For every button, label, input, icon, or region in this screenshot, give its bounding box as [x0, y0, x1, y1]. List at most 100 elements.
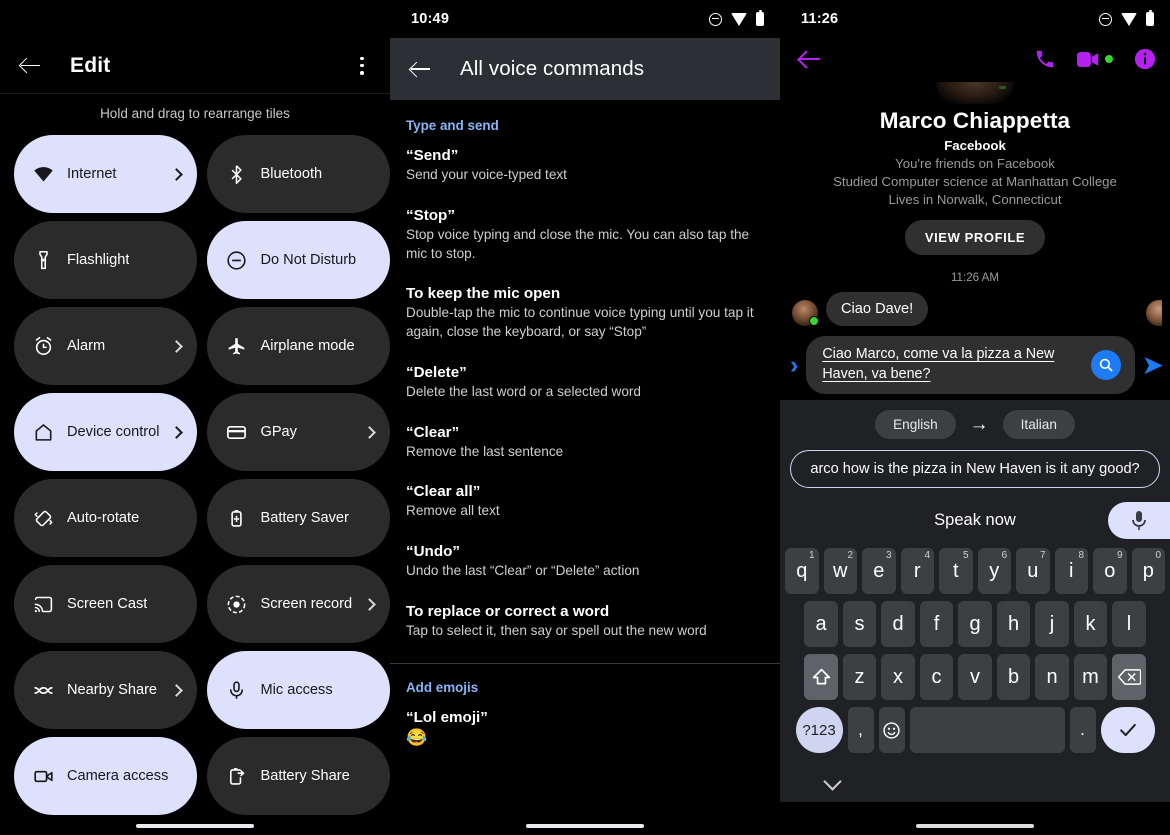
key-w[interactable]: w2: [823, 548, 857, 595]
qs-tile-do-not-disturb[interactable]: Do Not Disturb: [207, 221, 390, 299]
key-e[interactable]: e3: [862, 548, 896, 595]
contact-detail-lines: You're friends on Facebook Studied Comput…: [780, 156, 1170, 207]
back-arrow-icon[interactable]: [798, 46, 824, 72]
key-g[interactable]: g: [958, 601, 992, 648]
contact-avatar[interactable]: [936, 82, 1014, 104]
chevron-right-icon[interactable]: ›: [788, 352, 800, 378]
transcription-field[interactable]: arco how is the pizza in New Haven is it…: [790, 450, 1160, 489]
qs-tile-screen-cast[interactable]: Screen Cast: [14, 565, 198, 643]
kebab-menu-icon[interactable]: [352, 56, 372, 76]
three-phone-screenshots: Edit Hold and drag to rearrange tiles In…: [0, 0, 1170, 835]
emoji-icon[interactable]: [878, 707, 905, 754]
qs-tile-camera-access[interactable]: Camera access: [14, 737, 198, 815]
chevron-right-icon[interactable]: [363, 597, 377, 611]
qs-tile-internet[interactable]: Internet: [14, 135, 198, 213]
chevron-down-icon[interactable]: [823, 772, 842, 791]
key-z[interactable]: z: [842, 654, 877, 701]
key-x[interactable]: x: [881, 654, 915, 701]
recipient-avatar-peek: [1146, 300, 1162, 326]
nav-gesture-bar[interactable]: [0, 824, 390, 828]
qs-tile-label: Device control: [67, 424, 160, 440]
checkmark-icon[interactable]: [1100, 707, 1155, 754]
chevron-right-icon[interactable]: [170, 683, 184, 697]
period-key[interactable]: .: [1069, 707, 1096, 754]
transcribed-text: arco how is the pizza in New Haven is it…: [810, 461, 1140, 478]
message-bubble-translated[interactable]: Ciao Marco, come va la pizza a New Haven…: [806, 336, 1136, 395]
qs-tile-battery-share[interactable]: Battery Share: [207, 737, 390, 815]
sender-avatar[interactable]: [792, 300, 819, 326]
key-o[interactable]: o9: [1093, 548, 1127, 595]
rearrange-hint: Hold and drag to rearrange tiles: [100, 106, 290, 121]
key-i[interactable]: i8: [1054, 548, 1088, 595]
key-s[interactable]: s: [842, 601, 877, 648]
key-k[interactable]: k: [1073, 601, 1108, 648]
key-m[interactable]: m: [1073, 654, 1108, 701]
phone-call-icon[interactable]: [1034, 48, 1056, 70]
key-superscript: 0: [1155, 550, 1161, 562]
chevron-right-icon[interactable]: [363, 425, 377, 439]
key-label: e: [873, 559, 885, 582]
search-icon[interactable]: [1091, 349, 1122, 380]
video-active-dot: [1105, 55, 1113, 63]
message-bubble-incoming[interactable]: Ciao Dave!: [826, 292, 929, 326]
source-language-chip[interactable]: English: [875, 410, 956, 440]
voice-command-description: Stop voice typing and close the mic. You…: [406, 226, 750, 261]
qs-tile-gpay[interactable]: GPay: [207, 393, 390, 471]
voice-command-name: “Clear”: [406, 423, 460, 441]
chevron-right-icon[interactable]: [170, 339, 184, 353]
video-call-icon[interactable]: [1077, 51, 1113, 68]
key-b[interactable]: b: [996, 654, 1031, 701]
info-icon[interactable]: [1134, 48, 1156, 70]
key-v[interactable]: v: [958, 654, 992, 701]
microphone-icon[interactable]: [1094, 502, 1170, 540]
key-y[interactable]: y6: [977, 548, 1011, 595]
nearby-share-icon: [33, 680, 54, 701]
voice-command-name: “Delete”: [406, 363, 467, 381]
qs-tile-screen-record[interactable]: Screen record: [207, 565, 390, 643]
qs-tile-mic-access[interactable]: Mic access: [207, 651, 390, 729]
qs-tile-device-control[interactable]: Device control: [14, 393, 198, 471]
key-u[interactable]: u7: [1016, 548, 1050, 595]
voice-command-name: “Send”: [406, 147, 459, 164]
key-j[interactable]: j: [1035, 601, 1069, 648]
qs-tile-nearby-share[interactable]: Nearby Share: [14, 651, 198, 729]
key-c[interactable]: c: [919, 654, 954, 701]
key-r[interactable]: r4: [900, 548, 934, 595]
statusbar-left: [0, 0, 390, 38]
key-superscript: 4: [924, 550, 930, 562]
chevron-right-icon[interactable]: [170, 167, 184, 181]
battery-saver-icon: [226, 508, 247, 529]
key-a[interactable]: a: [804, 601, 838, 648]
symbols-key[interactable]: ?123: [795, 707, 843, 754]
view-profile-button[interactable]: VIEW PROFILE: [904, 220, 1046, 255]
qs-tile-airplane-mode[interactable]: Airplane mode: [207, 307, 390, 385]
qs-tile-alarm[interactable]: Alarm: [14, 307, 198, 385]
key-t[interactable]: t5: [939, 548, 973, 595]
comma-key[interactable]: ,: [847, 707, 874, 754]
voice-commands-body: Type and send “Send” Send your voice-type…: [390, 100, 780, 748]
microphone-icon: [226, 680, 247, 701]
nav-gesture-bar[interactable]: [390, 824, 780, 828]
voice-command-name: “Clear all”: [406, 483, 481, 501]
key-h[interactable]: h: [996, 601, 1031, 648]
chevron-right-icon[interactable]: [170, 425, 184, 439]
back-arrow-icon[interactable]: [18, 53, 44, 79]
key-n[interactable]: n: [1035, 654, 1069, 701]
key-q[interactable]: q1: [785, 548, 819, 595]
key-f[interactable]: f: [919, 601, 954, 648]
qs-appbar: Edit: [0, 38, 390, 94]
key-p[interactable]: p0: [1131, 548, 1165, 595]
key-l[interactable]: l: [1112, 601, 1146, 648]
key-d[interactable]: d: [881, 601, 915, 648]
qs-tile-battery-saver[interactable]: Battery Saver: [207, 479, 390, 557]
qs-tile-flashlight[interactable]: Flashlight: [14, 221, 198, 299]
qs-tile-auto-rotate[interactable]: Auto-rotate: [14, 479, 198, 557]
space-key[interactable]: [909, 707, 1065, 754]
backspace-icon[interactable]: [1112, 654, 1146, 701]
shift-icon[interactable]: [804, 654, 838, 701]
send-icon[interactable]: ➤: [1141, 351, 1164, 379]
back-arrow-icon[interactable]: [408, 56, 434, 82]
target-language-chip[interactable]: Italian: [1002, 410, 1075, 440]
qs-tile-bluetooth[interactable]: Bluetooth: [207, 135, 390, 213]
nav-gesture-bar[interactable]: [780, 824, 1170, 828]
